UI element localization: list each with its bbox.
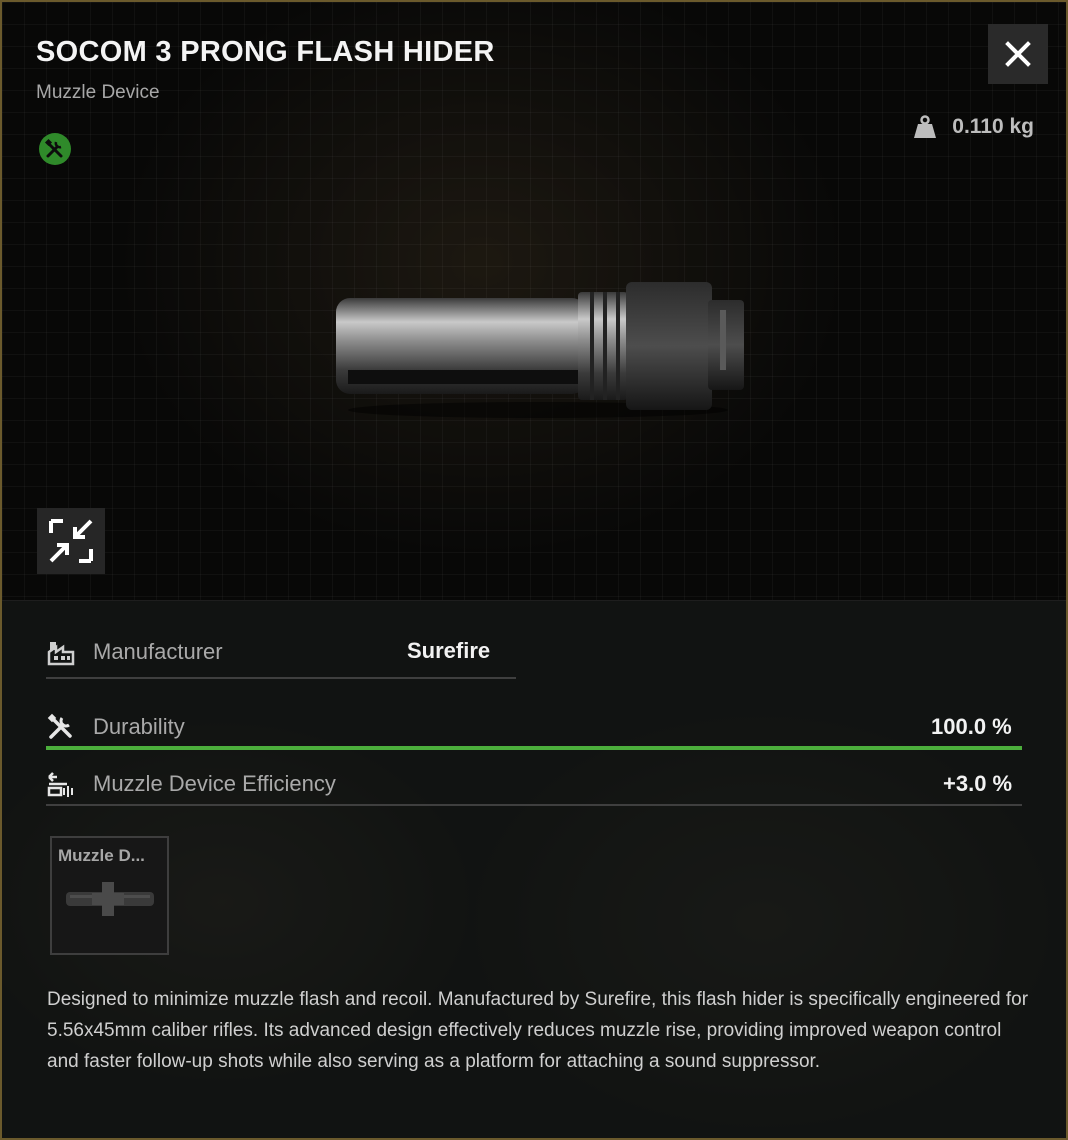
muzzle-slot-icon (66, 882, 154, 916)
close-icon (1005, 41, 1031, 67)
efficiency-label: Muzzle Device Efficiency (93, 771, 336, 796)
tools-icon (46, 712, 76, 742)
muzzle-device-slot[interactable]: Muzzle D... (50, 836, 169, 955)
efficiency-row: Muzzle Device Efficiency (46, 764, 336, 804)
durability-row: Durability (46, 707, 185, 747)
durability-label: Durability (93, 714, 185, 739)
item-preview-area: SOCOM 3 PRONG FLASH HIDER Muzzle Device … (2, 2, 1066, 600)
item-3d-render[interactable] (328, 270, 748, 425)
muzzle-efficiency-icon (46, 769, 76, 799)
weight-icon (914, 115, 937, 138)
weight-value: 0.110 kg (952, 115, 1034, 138)
durability-bar-fill (46, 746, 1022, 750)
collapse-arrows-icon (49, 519, 93, 563)
durability-value: 100.0 % (931, 714, 1012, 739)
manufacturer-value: Surefire (407, 638, 491, 663)
manufacturer-divider (46, 677, 516, 679)
repair-tools-icon (39, 133, 71, 165)
slot-label: Muzzle D... (58, 846, 145, 865)
manufacturer-label: Manufacturer (93, 639, 223, 664)
item-category: Muzzle Device (36, 82, 160, 103)
collapse-view-button[interactable] (37, 508, 105, 574)
durability-bar (46, 746, 1022, 750)
item-inspect-panel: SOCOM 3 PRONG FLASH HIDER Muzzle Device … (0, 0, 1068, 1140)
efficiency-divider (46, 804, 1022, 806)
item-weight: 0.110 kg (912, 114, 1034, 140)
efficiency-value: +3.0 % (943, 771, 1013, 796)
factory-icon (46, 637, 76, 667)
item-title: SOCOM 3 PRONG FLASH HIDER (36, 36, 495, 68)
manufacturer-row: Manufacturer (46, 632, 223, 672)
close-button[interactable] (988, 24, 1048, 84)
item-description: Designed to minimize muzzle flash and re… (47, 989, 1029, 1072)
